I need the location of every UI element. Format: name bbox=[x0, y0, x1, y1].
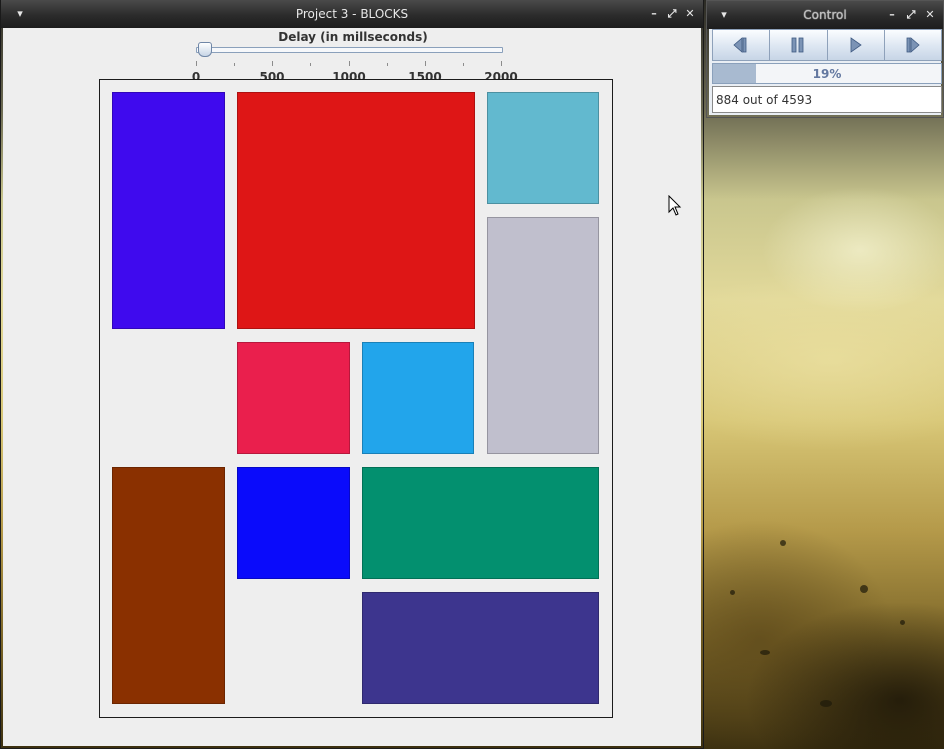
step-back-button[interactable] bbox=[712, 29, 771, 61]
delay-slider-track[interactable] bbox=[196, 47, 503, 53]
slider-minor-tick bbox=[387, 63, 388, 66]
slider-major-tick bbox=[196, 61, 197, 66]
close-icon[interactable]: ✕ bbox=[923, 8, 937, 22]
pause-icon bbox=[791, 37, 804, 53]
play-button[interactable] bbox=[827, 29, 885, 61]
wallpaper-speck bbox=[900, 620, 905, 625]
minimize-icon[interactable]: – bbox=[885, 8, 899, 22]
step-forward-icon bbox=[906, 37, 920, 53]
minimize-icon[interactable]: – bbox=[647, 7, 661, 21]
slider-major-tick bbox=[349, 61, 350, 66]
blocks-window-content: Delay (in millseconds) 0 500 1000 1500 2000 bbox=[3, 28, 701, 746]
wallpaper-speck bbox=[730, 590, 735, 595]
mouse-pointer-icon bbox=[668, 195, 682, 216]
pause-button[interactable] bbox=[770, 29, 828, 61]
window-title: Project 3 - BLOCKS bbox=[295, 7, 409, 21]
playback-toolbar bbox=[712, 29, 942, 61]
wallpaper-speck bbox=[860, 585, 868, 593]
block-red bbox=[237, 92, 475, 329]
block-blue bbox=[237, 467, 350, 579]
maximize-icon[interactable]: ⤢ bbox=[904, 8, 918, 22]
wallpaper-speck bbox=[760, 650, 770, 655]
step-forward-button[interactable] bbox=[884, 29, 942, 61]
blocks-window-titlebar[interactable]: ▾ Project 3 - BLOCKS – ⤢ ✕ bbox=[1, 0, 703, 28]
slider-major-tick bbox=[425, 61, 426, 66]
slider-major-tick bbox=[501, 61, 502, 66]
blocks-window: ▾ Project 3 - BLOCKS – ⤢ ✕ Delay (in mil… bbox=[0, 0, 704, 749]
block-sky-blue bbox=[362, 342, 474, 454]
blocks-canvas bbox=[99, 79, 613, 718]
control-window-content: 19% 884 out of 4593 bbox=[709, 29, 942, 115]
block-brown bbox=[112, 467, 225, 704]
block-indigo bbox=[362, 592, 599, 704]
play-icon bbox=[850, 37, 862, 53]
control-window-titlebar[interactable]: ▾ Control – ⤢ ✕ bbox=[707, 1, 943, 29]
maximize-icon[interactable]: ⤢ bbox=[665, 7, 679, 21]
slider-minor-tick bbox=[234, 63, 235, 66]
delay-slider-thumb[interactable] bbox=[198, 42, 212, 57]
step-counter: 884 out of 4593 bbox=[712, 86, 942, 113]
block-crimson bbox=[237, 342, 350, 454]
control-window: ▾ Control – ⤢ ✕ 19% 884 out of 4593 bbox=[706, 0, 944, 118]
block-silver bbox=[487, 217, 599, 454]
progress-percent: 19% bbox=[812, 67, 842, 81]
wallpaper-speck bbox=[820, 700, 832, 707]
step-back-icon bbox=[733, 37, 747, 53]
slider-minor-tick bbox=[310, 63, 311, 66]
slider-minor-tick bbox=[463, 63, 464, 66]
block-green bbox=[362, 467, 599, 579]
block-cyan bbox=[487, 92, 599, 204]
delay-slider-label: Delay (in millseconds) bbox=[278, 30, 428, 44]
progress-bar: 19% bbox=[712, 63, 942, 84]
block-purple bbox=[112, 92, 225, 329]
wallpaper-speck bbox=[780, 540, 786, 546]
close-icon[interactable]: ✕ bbox=[683, 7, 697, 21]
slider-major-tick bbox=[272, 61, 273, 66]
